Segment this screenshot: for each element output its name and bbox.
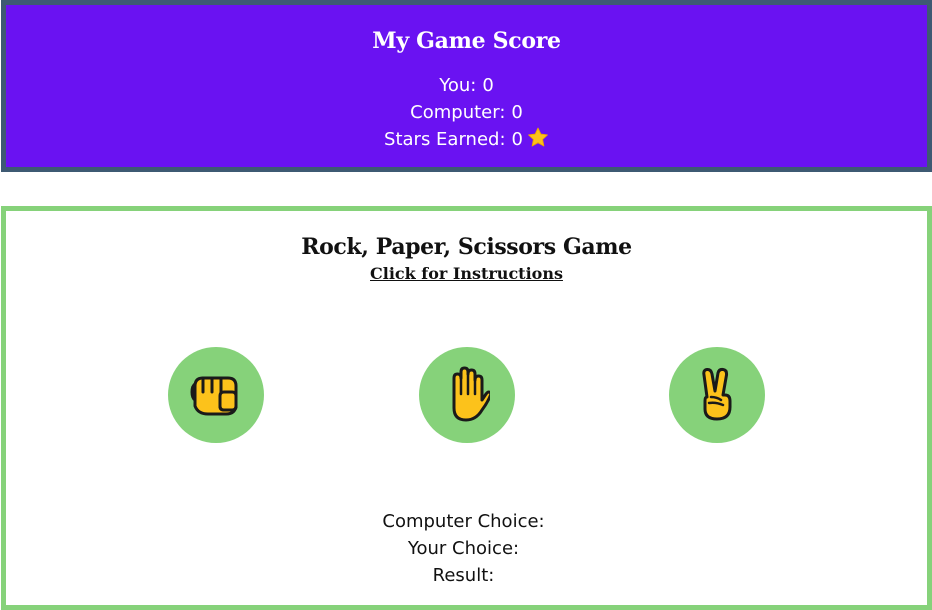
raised-hand-icon — [444, 366, 493, 425]
game-panel: Rock, Paper, Scissors Game Click for Ins… — [1, 206, 932, 610]
score-lines: You: 0 Computer: 0 Stars Earned: 0 — [6, 72, 927, 156]
score-you: You: 0 — [6, 72, 927, 99]
computer-choice-line: Computer Choice: — [6, 508, 927, 535]
score-you-label: You: — [439, 75, 477, 96]
star-icon — [527, 127, 549, 156]
your-choice-label: Your Choice: — [407, 538, 520, 559]
score-computer-label: Computer: — [410, 102, 506, 123]
rock-button[interactable] — [168, 347, 264, 443]
score-title: My Game Score — [372, 28, 561, 54]
victory-hand-icon — [699, 367, 735, 424]
paper-button[interactable] — [419, 347, 515, 443]
score-stars: Stars Earned: 0 — [6, 126, 927, 156]
computer-choice-label: Computer Choice: — [382, 511, 545, 532]
score-computer: Computer: 0 — [6, 99, 927, 126]
score-computer-value: 0 — [511, 102, 523, 123]
score-panel: My Game Score You: 0 Computer: 0 Stars Ear… — [1, 0, 932, 172]
score-stars-label: Stars Earned: — [384, 129, 506, 150]
score-stars-value: 0 — [511, 129, 523, 150]
your-choice-line: Your Choice: — [6, 535, 927, 562]
instructions-link[interactable]: Click for Instructions — [370, 264, 563, 284]
fist-icon — [190, 370, 242, 421]
score-you-value: 0 — [482, 75, 494, 96]
result-line: Result: — [6, 562, 927, 589]
result-label: Result: — [432, 565, 495, 586]
results-panel: Computer Choice: Your Choice: Result: — [6, 508, 927, 589]
game-title: Rock, Paper, Scissors Game — [301, 234, 632, 260]
scissors-button[interactable] — [669, 347, 765, 443]
